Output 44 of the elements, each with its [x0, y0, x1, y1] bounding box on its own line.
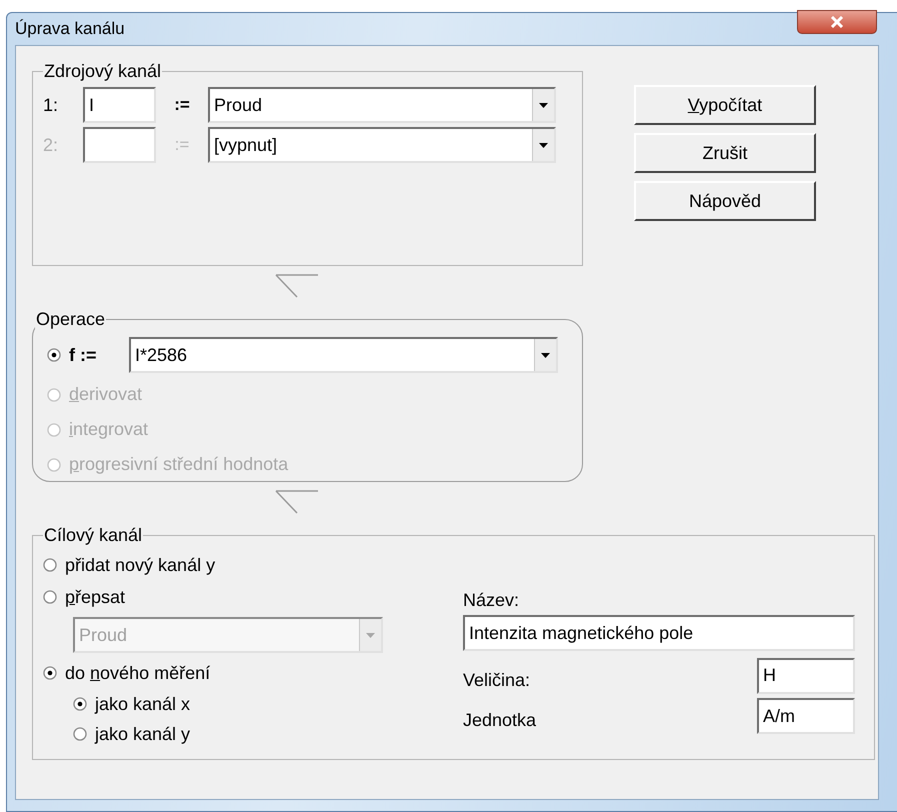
group-title: Zdrojový kanál — [43, 60, 162, 83]
radio-label: progresivní střední hodnota — [69, 453, 288, 476]
channel-dropdown[interactable]: Proud — [208, 87, 556, 123]
radio-button[interactable] — [43, 558, 57, 572]
row-label: 1: — [43, 94, 60, 116]
channel-name-field[interactable] — [83, 127, 156, 163]
down-arrow-icon — [275, 274, 319, 298]
radio-button[interactable] — [73, 697, 87, 711]
radio-label: integrovat — [69, 418, 148, 441]
radio-label: přepsat — [65, 586, 126, 609]
caret-icon — [541, 352, 550, 358]
close-button[interactable] — [797, 10, 877, 34]
radio-label: derivovat — [69, 383, 142, 406]
assign-label: := — [174, 134, 190, 156]
radio-label: jako kanál y — [95, 722, 190, 746]
field-label: Název: — [463, 589, 520, 612]
formula-dropdown[interactable]: I*2586 — [129, 337, 558, 373]
radio-button[interactable] — [43, 666, 57, 680]
radio-button[interactable] — [47, 348, 61, 362]
dialog-button[interactable]: Nápověd — [634, 181, 816, 221]
group-title: Operace — [35, 308, 106, 331]
name-field[interactable]: Intenzita magnetického pole — [463, 615, 855, 651]
unit-field[interactable]: A/m — [757, 698, 855, 734]
field-label: Veličina: — [463, 669, 530, 692]
window-title: Úprava kanálu — [15, 18, 125, 40]
dialog-button[interactable]: Zrušit — [634, 133, 816, 173]
quantity-field[interactable]: H — [757, 658, 855, 694]
radio-button[interactable] — [43, 590, 57, 604]
row-label: 2: — [43, 134, 60, 156]
caret-icon — [539, 102, 548, 108]
radio-label: do nového měření — [65, 662, 210, 684]
radio-button[interactable] — [73, 727, 87, 741]
group-title: Cílový kanál — [43, 524, 144, 547]
caret-icon — [539, 142, 548, 148]
channel-name-field[interactable]: I — [83, 87, 156, 123]
assign-label: := — [173, 94, 191, 116]
dialog-button[interactable]: Vypočítat — [634, 85, 816, 125]
field-label: Jednotka — [463, 708, 536, 732]
radio-label: přidat nový kanál y — [65, 554, 216, 577]
down-arrow-icon — [275, 490, 319, 514]
close-icon — [830, 16, 844, 28]
formula-label: f := — [69, 344, 98, 366]
radio-label: jako kanál x — [95, 692, 190, 716]
caret-icon — [366, 632, 375, 638]
